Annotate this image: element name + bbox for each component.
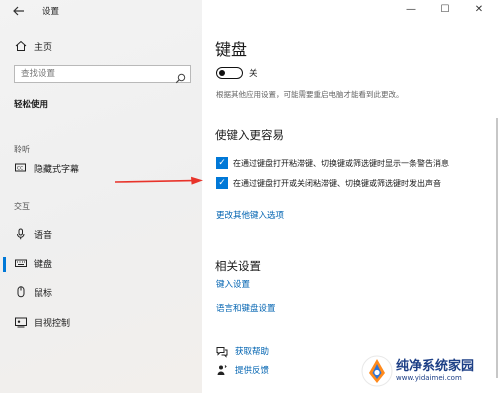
sidebar-item-keyboard[interactable]: 键盘 [0, 252, 202, 274]
eye-control-icon [14, 314, 28, 328]
restart-note: 根据其他应用设置，可能需要重启电脑才能看到此更改。 [216, 90, 404, 99]
checkbox-sound[interactable]: ✓ [216, 177, 228, 189]
sidebar-item-label: 目视控制 [34, 319, 71, 329]
scrollbar[interactable] [496, 118, 498, 378]
search-icon[interactable] [175, 69, 186, 84]
link-language-keyboard[interactable]: 语言和键盘设置 [216, 302, 276, 314]
section-heading-easy-typing: 使键入更容易 [215, 128, 284, 142]
link-get-help[interactable]: 获取帮助 [235, 345, 269, 357]
sidebar-item-label: 键盘 [34, 260, 53, 270]
group-label-hearing: 聆听 [14, 145, 30, 154]
home-icon [14, 38, 28, 52]
checkbox-label: 在通过键盘打开粘滞键、切换键或筛选键时显示一条警告消息 [233, 159, 449, 168]
link-typing-settings[interactable]: 键入设置 [216, 278, 250, 290]
sidebar-item-speech[interactable]: 语音 [0, 223, 202, 245]
sidebar-item-label: 鼠标 [34, 289, 53, 299]
back-button[interactable] [11, 3, 27, 19]
app-title: 设置 [42, 7, 60, 17]
watermark-url: www.yidaimei.com [396, 374, 462, 382]
settings-window: 设置 主页 轻松使用 聆听 CC 隐藏式字幕 交互 语 [0, 0, 500, 393]
section-title: 轻松使用 [14, 100, 49, 110]
closed-captions-icon: CC [14, 160, 28, 174]
mouse-icon [14, 284, 28, 298]
page-title: 键盘 [215, 40, 248, 59]
search-input[interactable] [15, 66, 165, 82]
window-controls: — ☐ ✕ [390, 0, 500, 22]
close-button[interactable]: ✕ [462, 0, 496, 22]
feedback-icon [216, 361, 228, 375]
sidebar-item-label: 隐藏式字幕 [34, 165, 80, 175]
group-label-interaction: 交互 [14, 202, 30, 211]
titlebar-left: 设置 [0, 0, 202, 22]
watermark-logo-icon [361, 355, 393, 387]
watermark-title: 纯净系统家园 [396, 359, 475, 374]
sidebar-item-mouse[interactable]: 鼠标 [0, 281, 202, 303]
chat-help-icon [216, 343, 228, 358]
checkbox-label: 在通过键盘打开或关闭粘滞键、切换键或筛选键时发出声音 [233, 179, 441, 188]
annotation-arrow-icon [115, 176, 203, 185]
maximize-button[interactable]: ☐ [428, 0, 462, 22]
search-field[interactable] [14, 65, 191, 84]
toggle-state-label: 关 [249, 69, 258, 79]
sidebar-item-label: 语音 [34, 231, 53, 241]
link-give-feedback[interactable]: 提供反馈 [235, 364, 269, 376]
section-heading-related: 相关设置 [215, 259, 261, 273]
minimize-button[interactable]: — [394, 0, 428, 22]
back-arrow-icon [13, 6, 24, 16]
microphone-icon [14, 226, 28, 240]
content-pane: — ☐ ✕ 键盘 关 根据其他应用设置，可能需要重启电脑才能看到此更改。 使键入… [202, 0, 500, 393]
sidebar-item-eye-control[interactable]: 目视控制 [0, 311, 202, 333]
sidebar-item-label: 主页 [34, 43, 53, 53]
watermark: 纯净系统家园 www.yidaimei.com [358, 353, 498, 389]
keyboard-icon [14, 255, 28, 269]
svg-text:CC: CC [17, 166, 23, 172]
toggle-switch[interactable] [216, 67, 243, 79]
link-other-typing-options[interactable]: 更改其他键入选项 [216, 209, 284, 221]
checkbox-warning-message[interactable]: ✓ [216, 157, 228, 169]
sidebar-item-home[interactable]: 主页 [0, 35, 202, 57]
sidebar: 设置 主页 轻松使用 聆听 CC 隐藏式字幕 交互 语 [0, 0, 202, 393]
